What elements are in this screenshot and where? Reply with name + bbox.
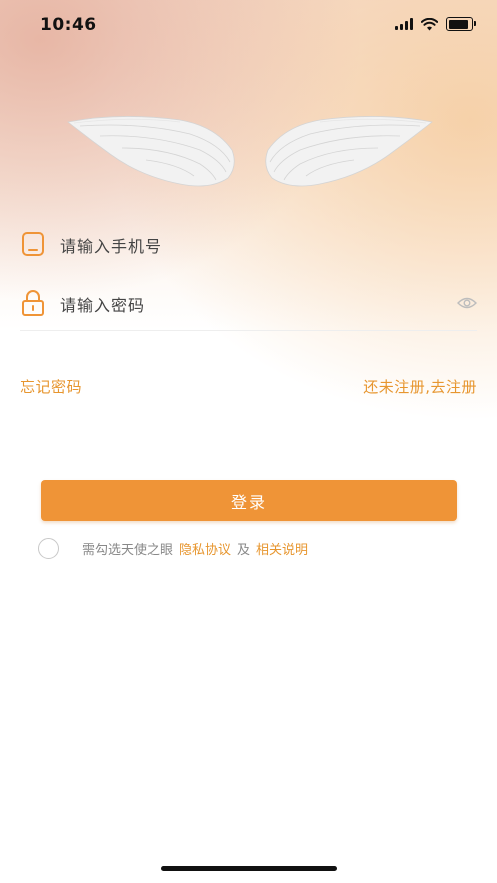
battery-icon: [446, 17, 476, 31]
left-wing: [67, 116, 235, 187]
eye-icon[interactable]: [457, 295, 477, 311]
agreement-and: 及: [237, 543, 251, 558]
privacy-policy-link[interactable]: 隐私协议: [179, 543, 231, 558]
related-info-link[interactable]: 相关说明: [256, 543, 308, 558]
cellular-signal-icon: [395, 18, 413, 30]
status-icons: [395, 17, 476, 31]
status-time: 10:46: [40, 15, 97, 35]
register-link[interactable]: 还未注册,去注册: [363, 376, 477, 397]
right-wing: [265, 116, 433, 187]
login-button[interactable]: 登录: [41, 480, 457, 521]
agreement-checkbox[interactable]: [38, 538, 59, 559]
password-field[interactable]: 请输入密码: [20, 275, 477, 331]
agreement-text: 需勾选天使之眼 隐私协议及相关说明: [82, 539, 308, 558]
phone-field[interactable]: 请输入手机号: [20, 216, 477, 272]
forgot-password-link[interactable]: 忘记密码: [20, 376, 82, 397]
agreement-prefix: 需勾选天使之眼: [82, 543, 174, 558]
password-divider: [20, 330, 477, 331]
angel-wings-logo: [67, 116, 433, 187]
status-bar: 10:46: [0, 0, 497, 50]
home-indicator: [161, 866, 337, 871]
password-input[interactable]: 请输入密码: [60, 292, 145, 316]
wifi-icon: [421, 17, 438, 30]
phone-icon: [22, 232, 44, 256]
agreement-row: 需勾选天使之眼 隐私协议及相关说明: [38, 536, 458, 559]
lock-icon: [22, 290, 44, 316]
phone-input[interactable]: 请输入手机号: [60, 233, 162, 257]
